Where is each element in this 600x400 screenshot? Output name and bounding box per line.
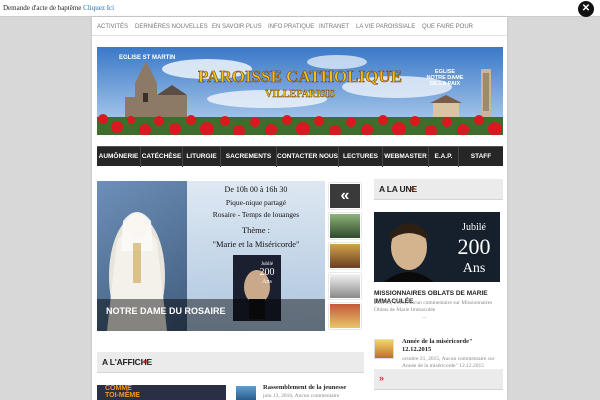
mainnav-item-aumonerie[interactable]: AUMÔNERIE <box>97 147 141 167</box>
topnav-item-vie-paroissiale[interactable]: LA VIE PAROISSIALE <box>356 24 415 30</box>
topnav-item-intranet[interactable]: INTRANET <box>319 24 349 30</box>
jubile-ans: Ans <box>463 261 486 276</box>
topnav-item-que-faire-pour[interactable]: QUE FAIRE POUR <box>422 24 473 30</box>
notice-bar: Demande d'acte de baptême Cliquez Ici <box>0 0 600 17</box>
slider-line3: Rosaire - Temps de louanges <box>213 210 299 219</box>
jubile-label: Jubilé <box>462 222 486 233</box>
banner-subtitle: VILLEPARISIS <box>265 89 335 100</box>
mainnav-item-lectures[interactable]: LECTURES <box>339 147 383 167</box>
top-nav: ACTIVITÉS DERNIÈRES NOUVELLES EN SAVOIR … <box>92 20 507 36</box>
slider-thumb-3[interactable] <box>329 273 361 299</box>
a-la-une-thumb-2[interactable] <box>374 339 394 359</box>
a-la-une-item2-meta: octobre 21, 2015, Aucun commentaire sur … <box>402 356 495 369</box>
topnav-item-en-savoir-plus[interactable]: EN SAVOIR PLUS <box>212 24 262 30</box>
slider-thumb-2[interactable] <box>329 243 361 269</box>
slider-book-num: 200 <box>260 267 275 278</box>
slider-theme-label: Thème : <box>242 225 270 235</box>
banner-image: EGLISE ST MARTIN PAROISSE CATHOLIQUE VIL… <box>97 47 503 135</box>
notice-text: Demande d'acte de baptême <box>3 4 82 12</box>
slider-thumb-1[interactable] <box>329 213 361 239</box>
a-la-une-article-more: ... <box>422 314 427 320</box>
main-nav: AUMÔNERIE CATÉCHÈSE LITURGIE SACREMENTS … <box>97 146 503 167</box>
notice-link[interactable]: Cliquez Ici <box>83 4 114 12</box>
topnav-item-dernieres-nouvelles[interactable]: DERNIÈRES NOUVELLES <box>135 24 208 30</box>
slider-prev-arrow-icon[interactable]: « <box>329 183 361 209</box>
jubile-number: 200 <box>458 234 491 259</box>
a-la-une-image[interactable]: Jubilé 200 Ans <box>374 212 500 282</box>
a-la-une-item2-title[interactable]: Année de la miséricorde" 12.12.2015 <box>402 338 502 354</box>
chevron-right-icon: » <box>143 356 149 366</box>
a-laffiche-item-meta: juin 13, 2016, Aucun commentaire <box>263 393 340 399</box>
slider-theme: "Marie et la Miséricorde" <box>213 239 300 249</box>
slider-thumbnails: « <box>329 183 363 331</box>
slider-line1: De 10h 00 à 16h 30 <box>225 185 288 194</box>
mainnav-item-contacter-nous[interactable]: CONTACTER NOUS <box>277 147 339 167</box>
jubile-image: Jubilé 200 Ans <box>374 212 500 282</box>
close-icon[interactable]: ✕ <box>578 1 594 17</box>
banner-left-label: EGLISE ST MARTIN <box>119 55 175 61</box>
slider-line2: Pique-nique partagé <box>226 198 287 207</box>
banner-title: PAROISSE CATHOLIQUE <box>198 67 402 86</box>
mainnav-item-catechese[interactable]: CATÉCHÈSE <box>141 147 183 167</box>
section-header-a-la-une: A LA UNE » <box>374 179 503 200</box>
a-laffiche-poster[interactable]: COMME TOI-MÊME <box>97 385 226 400</box>
mainnav-item-sacrements[interactable]: SACREMENTS <box>221 147 277 167</box>
topnav-item-info-pratique[interactable]: INFO PRATIQUE <box>268 24 314 30</box>
banner-right-label-3: DE LA PAIX <box>430 81 461 87</box>
featured-slider[interactable]: De 10h 00 à 16h 30 Pique-nique partagé R… <box>97 181 325 331</box>
site-banner[interactable]: EGLISE ST MARTIN PAROISSE CATHOLIQUE VIL… <box>97 47 503 135</box>
topnav-item-activites[interactable]: ACTIVITÉS <box>97 24 128 30</box>
slider-image: De 10h 00 à 16h 30 Pique-nique partagé R… <box>97 181 325 331</box>
chevron-right-icon: » <box>379 373 385 383</box>
a-laffiche-thumb[interactable] <box>236 386 256 400</box>
section-header-a-laffiche: A L'AFFICHE » <box>97 352 364 373</box>
poster-text-1: COMME <box>105 385 132 392</box>
slider-caption: NOTRE DAME DU ROSAIRE <box>106 306 226 316</box>
slider-thumb-4[interactable] <box>329 303 361 329</box>
mainnav-item-webmaster[interactable]: WEBMASTER <box>383 147 429 167</box>
slider-book-ans: Ans <box>262 279 272 285</box>
a-laffiche-item-title[interactable]: Rassemblement de la jeunesse <box>263 384 363 391</box>
poster-text-2: TOI-MÊME <box>105 392 140 399</box>
mainnav-item-staff[interactable]: STAFF <box>459 147 503 167</box>
mainnav-item-liturgie[interactable]: LITURGIE <box>183 147 221 167</box>
a-la-une-article-meta: avril 18, 2016, Aucun commentaire sur Mi… <box>374 300 493 313</box>
section-header-secondary: » <box>374 369 503 390</box>
mainnav-item-eap[interactable]: E.A.P. <box>429 147 459 167</box>
chevron-right-icon: » <box>410 183 416 193</box>
